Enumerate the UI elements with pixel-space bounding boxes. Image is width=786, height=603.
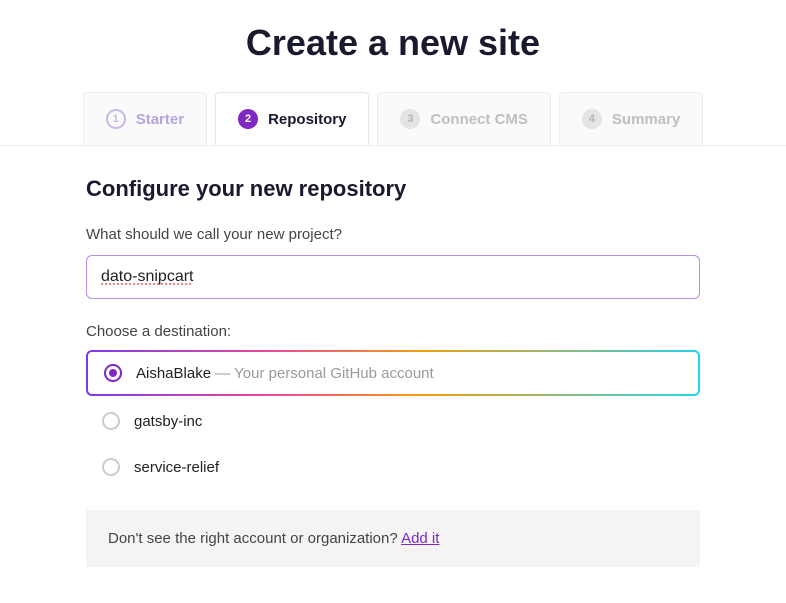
destination-text: AishaBlake — Your personal GitHub accoun…: [136, 365, 434, 382]
step-number-icon: 1: [106, 109, 126, 129]
step-tabs: 1 Starter 2 Repository 3 Connect CMS 4 S…: [0, 92, 786, 146]
tab-label: Repository: [268, 111, 346, 128]
destination-option-org[interactable]: gatsby-inc: [86, 400, 700, 442]
tab-starter[interactable]: 1 Starter: [83, 92, 207, 145]
step-number-icon: 2: [238, 109, 258, 129]
destination-suffix: Your personal GitHub account: [234, 365, 434, 382]
project-name-input[interactable]: [86, 255, 700, 299]
destination-label: Choose a destination:: [86, 323, 700, 340]
step-number-icon: 4: [582, 109, 602, 129]
radio-icon: [102, 458, 120, 476]
radio-icon: [104, 364, 122, 382]
form-content: Configure your new repository What shoul…: [0, 146, 786, 567]
section-heading: Configure your new repository: [86, 176, 700, 202]
destination-option-personal[interactable]: AishaBlake — Your personal GitHub accoun…: [86, 350, 700, 396]
destination-name: service-relief: [134, 459, 219, 476]
tab-label: Summary: [612, 111, 680, 128]
page-title: Create a new site: [0, 0, 786, 92]
project-name-label: What should we call your new project?: [86, 226, 700, 243]
add-account-notice: Don't see the right account or organizat…: [86, 510, 700, 567]
destination-name: AishaBlake: [136, 365, 211, 382]
destination-option-org[interactable]: service-relief: [86, 446, 700, 488]
tab-connect-cms[interactable]: 3 Connect CMS: [377, 92, 551, 145]
radio-icon: [102, 412, 120, 430]
tab-label: Connect CMS: [430, 111, 528, 128]
step-number-icon: 3: [400, 109, 420, 129]
tab-summary[interactable]: 4 Summary: [559, 92, 703, 145]
destination-name: gatsby-inc: [134, 413, 202, 430]
add-account-link[interactable]: Add it: [401, 530, 439, 547]
notice-text: Don't see the right account or organizat…: [108, 530, 401, 547]
destination-suffix-separator: —: [211, 365, 234, 382]
tab-repository[interactable]: 2 Repository: [215, 92, 369, 145]
tab-label: Starter: [136, 111, 184, 128]
